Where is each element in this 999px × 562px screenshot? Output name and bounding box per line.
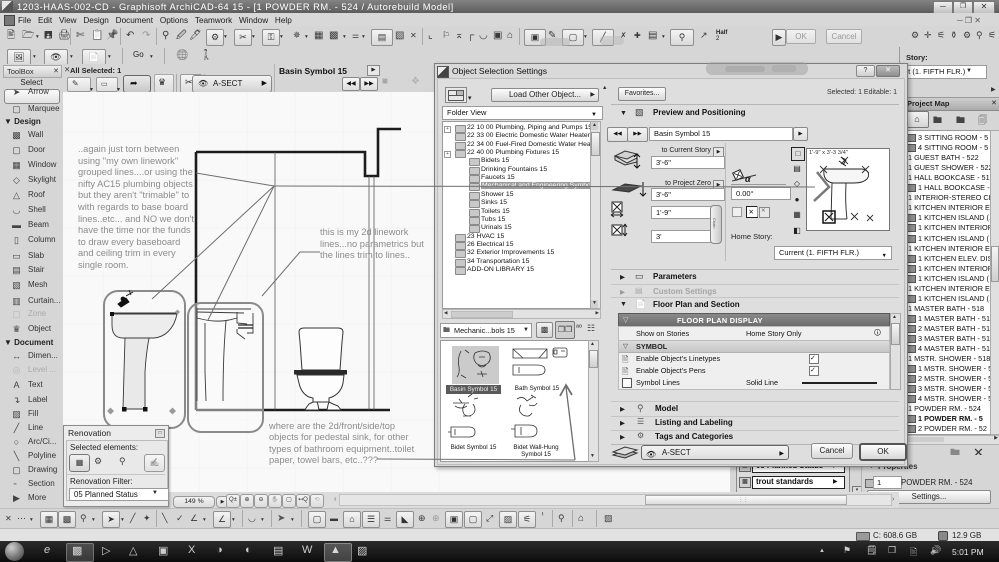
svg-text:α: α	[745, 174, 751, 184]
